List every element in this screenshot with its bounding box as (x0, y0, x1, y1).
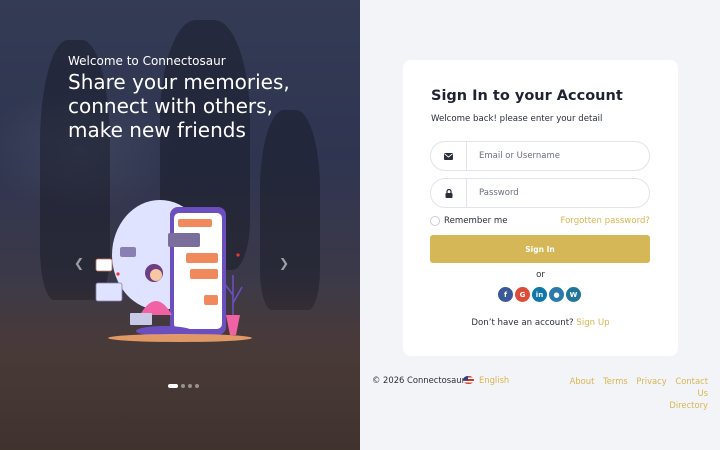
hero-panel: Welcome to Connectosaur Share your memor… (0, 0, 360, 450)
signin-title: Sign In to your Account (431, 88, 623, 104)
facebook-icon[interactable]: f (498, 287, 513, 302)
carousel-dot[interactable] (168, 384, 178, 388)
signin-card: Sign In to your Account Welcome back! pl… (403, 60, 678, 356)
carousel-prev-icon[interactable]: ❮ (74, 256, 84, 270)
hero-welcome-text: Welcome to Connectosaur (68, 54, 226, 68)
footer-link-directory[interactable]: Directory (669, 400, 708, 410)
footer-link-about[interactable]: About (570, 376, 595, 386)
password-field (430, 178, 650, 208)
us-flag-icon (463, 376, 474, 384)
signin-button[interactable]: Sign In (430, 235, 650, 263)
wordpress-icon[interactable]: W (566, 287, 581, 302)
no-account-text: Don’t have an account? (471, 318, 574, 328)
remember-me-checkbox[interactable] (430, 216, 440, 226)
lock-icon (431, 179, 467, 207)
language-label[interactable]: English (479, 375, 509, 385)
copyright-text: © 2026 Connectosaur (372, 375, 466, 385)
password-input[interactable] (467, 188, 649, 198)
social-login-buttons: f G in ● W (498, 287, 581, 302)
language-selector[interactable]: English (463, 375, 509, 385)
footer-link-privacy[interactable]: Privacy (636, 376, 666, 386)
remember-me: Remember me (430, 216, 508, 226)
remember-me-label[interactable]: Remember me (444, 216, 508, 226)
signup-prompt: Don’t have an account? Sign Up (403, 318, 678, 328)
or-divider: or (536, 270, 545, 280)
hero-headline-line: Share your memories, (68, 70, 290, 94)
forgot-password-link[interactable]: Forgotten password? (560, 216, 650, 226)
linkedin-icon[interactable]: in (532, 287, 547, 302)
email-field (430, 141, 650, 171)
hero-headline: Share your memories, connect with others… (68, 70, 348, 142)
footer-link-contact[interactable]: Contact Us (675, 376, 708, 398)
hero-headline-line: connect with others, (68, 94, 273, 118)
carousel-dot[interactable] (188, 384, 192, 388)
email-input[interactable] (467, 151, 649, 161)
flickr-icon[interactable]: ● (549, 287, 564, 302)
signin-subtitle: Welcome back! please enter your detail (431, 114, 603, 124)
carousel-next-icon[interactable]: ❯ (279, 256, 289, 270)
carousel-dot[interactable] (181, 384, 185, 388)
envelope-icon (431, 142, 467, 170)
google-icon[interactable]: G (515, 287, 530, 302)
carousel-dots (168, 384, 199, 388)
carousel-dot[interactable] (195, 384, 199, 388)
signup-link[interactable]: Sign Up (576, 318, 609, 328)
footer-links: About Terms Privacy Contact Us Directory (558, 375, 708, 411)
social-illustration (95, 200, 252, 342)
hero-headline-line: make new friends (68, 118, 246, 142)
footer-link-terms[interactable]: Terms (603, 376, 628, 386)
